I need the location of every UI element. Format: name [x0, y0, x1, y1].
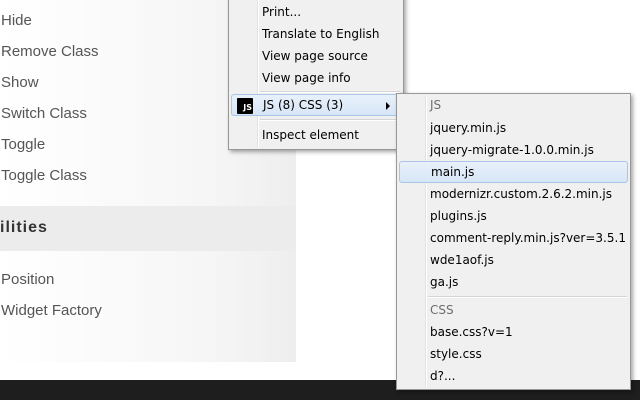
submenu-css-file[interactable]: base.css?v=1: [399, 321, 628, 343]
sidebar-link-remove-class[interactable]: Remove Class: [1, 43, 99, 61]
chevron-right-icon: [386, 102, 390, 110]
submenu-css-file[interactable]: style.css: [399, 343, 628, 365]
submenu-js-file[interactable]: modernizr.custom.2.6.2.min.js: [399, 183, 628, 205]
submenu-js-file[interactable]: wde1aof.js: [399, 249, 628, 271]
submenu-header-css: CSS: [430, 303, 454, 317]
submenu-js-file[interactable]: plugins.js: [399, 205, 628, 227]
submenu-css-file[interactable]: d?...: [399, 365, 628, 387]
submenu-js-file[interactable]: jquery.min.js: [399, 117, 628, 139]
scripts-submenu: JS jquery.min.js jquery-migrate-1.0.0.mi…: [396, 93, 631, 390]
sidebar-link-show[interactable]: Show: [1, 74, 39, 92]
submenu-js-file-highlighted[interactable]: main.js: [399, 161, 628, 183]
sidebar-link-hide[interactable]: Hide: [1, 12, 32, 30]
menu-item-page-info[interactable]: View page info: [231, 67, 401, 89]
menu-separator: [428, 296, 627, 298]
submenu-js-file[interactable]: ga.js: [399, 271, 628, 293]
menu-item-print[interactable]: Print...: [231, 1, 401, 23]
menu-item-view-source[interactable]: View page source: [231, 45, 401, 67]
submenu-js-file[interactable]: jquery-migrate-1.0.0.min.js: [399, 139, 628, 161]
menu-item-inspect[interactable]: Inspect element: [231, 124, 401, 146]
submenu-header-js: JS: [430, 98, 442, 112]
submenu-js-file[interactable]: comment-reply.min.js?ver=3.5.1: [399, 227, 628, 249]
menu-item-scripts-label: JS (8) CSS (3): [263, 98, 344, 112]
page: Hide Remove Class Show Switch Class Togg…: [0, 0, 640, 400]
section-title: ilities: [0, 219, 48, 236]
sidebar-link-switch-class[interactable]: Switch Class: [1, 105, 87, 123]
js-icon: JS: [237, 98, 253, 114]
context-menu: Print... Translate to English View page …: [228, 0, 404, 150]
sidebar-link-position[interactable]: Position: [1, 271, 54, 289]
sidebar-link-toggle-class[interactable]: Toggle Class: [1, 167, 87, 185]
menu-separator: [260, 91, 400, 93]
menu-item-translate[interactable]: Translate to English: [231, 23, 401, 45]
sidebar-link-widget-factory[interactable]: Widget Factory: [1, 302, 102, 320]
sidebar-link-toggle[interactable]: Toggle: [1, 136, 45, 154]
menu-item-scripts[interactable]: JS JS (8) CSS (3): [231, 94, 401, 116]
menu-separator: [260, 119, 400, 121]
